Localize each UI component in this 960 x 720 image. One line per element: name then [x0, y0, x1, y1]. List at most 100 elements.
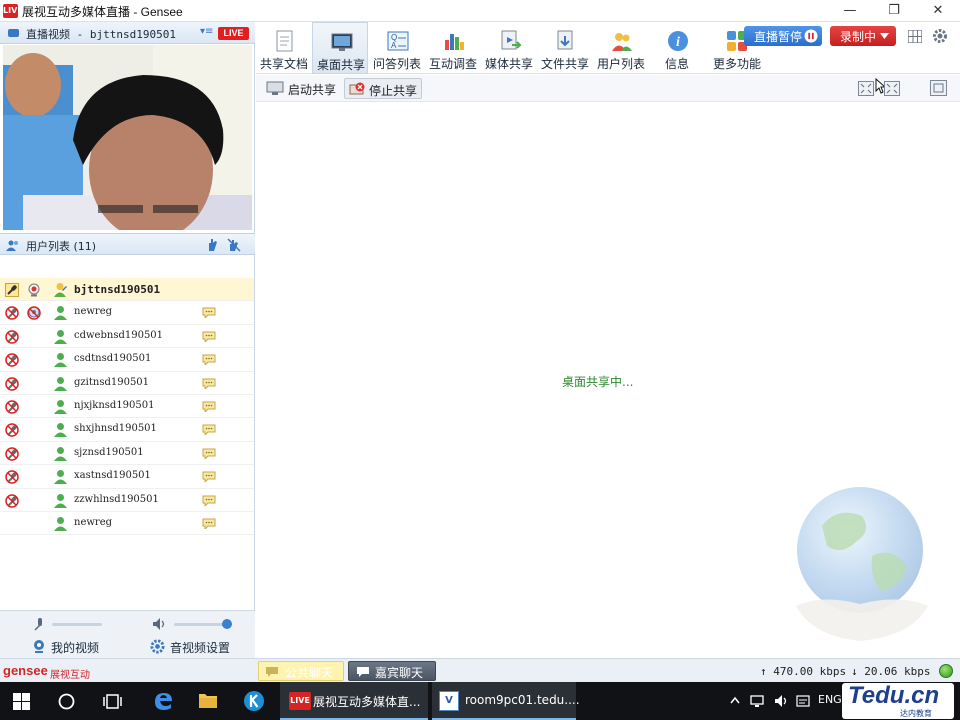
volume-slider[interactable]: [174, 619, 232, 629]
camera-off-icon[interactable]: [27, 306, 41, 321]
network-tray-icon[interactable]: [750, 694, 766, 708]
user-row[interactable]: newreg: [0, 512, 254, 536]
microphone-muted-icon[interactable]: [5, 493, 19, 508]
microphone-icon[interactable]: [32, 617, 46, 631]
tedu-logo-subtitle: 达内教育: [900, 709, 932, 718]
taskbar-app-remote-label: room9pc01.tedu....: [465, 693, 580, 707]
settings-gear-icon[interactable]: [932, 28, 948, 44]
av-settings-button[interactable]: 音视频设置: [170, 639, 230, 656]
minimize-button[interactable]: —: [828, 0, 872, 22]
private-chat-icon[interactable]: [202, 448, 216, 459]
title-bar: LIVE 展视互动多媒体直播 - Gensee — ❐ ✕: [0, 0, 960, 22]
app-logo-icon: LIVE: [3, 4, 23, 18]
stop-share-button[interactable]: 停止共享: [344, 78, 422, 99]
toolbar-desktop-share-button[interactable]: 桌面共享: [312, 22, 368, 74]
my-video-icon: [34, 640, 44, 653]
user-avatar-icon: [54, 329, 67, 344]
user-name: newreg: [74, 306, 113, 318]
pause-icon: [804, 29, 818, 43]
user-name: newreg: [74, 517, 113, 528]
live-video-feed: [3, 45, 252, 230]
tab-guest-chat[interactable]: 嘉宾聊天: [348, 661, 436, 681]
taskbar-app-gensee-label: 展视互动多媒体直...: [313, 695, 421, 709]
input-method-tray-icon[interactable]: [796, 694, 810, 708]
chevron-up-icon[interactable]: [730, 696, 740, 704]
start-share-button[interactable]: 启动共享: [262, 78, 336, 99]
task-view-icon[interactable]: [103, 693, 122, 710]
start-share-label: 启动共享: [288, 83, 337, 97]
raise-hand-icon[interactable]: [205, 238, 219, 252]
recording-button[interactable]: 录制中: [830, 26, 896, 46]
user-list-header: 用户列表 (11): [0, 233, 255, 255]
microphone-active-icon[interactable]: [5, 283, 19, 297]
toolbar-label: 用户列表: [596, 57, 645, 71]
private-chat-icon[interactable]: [202, 307, 216, 319]
microphone-muted-icon[interactable]: [5, 400, 19, 414]
document-icon: [276, 30, 293, 52]
private-chat-icon[interactable]: [202, 401, 216, 412]
presenter-video-image: [3, 45, 252, 230]
user-row[interactable]: gzitnsd190501: [0, 372, 254, 395]
tedu-watermark-logo: Tedu.cn 达内教育: [842, 682, 954, 719]
tab-public-chat[interactable]: 公共聊天: [258, 661, 344, 681]
toolbar-file-share-button[interactable]: 文件共享: [537, 22, 593, 74]
microphone-muted-icon[interactable]: [5, 353, 19, 367]
file-explorer-icon[interactable]: [198, 692, 218, 709]
language-indicator[interactable]: ENG: [818, 693, 842, 706]
volume-slider-thumb[interactable]: [222, 619, 232, 629]
user-row[interactable]: njxjknsd190501: [0, 395, 254, 419]
toolbar-document-button[interactable]: 共享文档: [256, 22, 312, 74]
chat-bubble-icon: [357, 667, 369, 677]
microphone-muted-icon[interactable]: [5, 376, 19, 391]
pause-live-button[interactable]: 直播暂停: [744, 26, 822, 46]
search-circle-icon[interactable]: [58, 693, 75, 710]
k-app-icon[interactable]: [243, 690, 265, 712]
user-name: gzitnsd190501: [74, 376, 150, 388]
user-row[interactable]: newreg: [0, 301, 254, 325]
private-chat-icon[interactable]: [202, 378, 216, 389]
user-row[interactable]: zzwhlnsd190501: [0, 489, 254, 512]
toolbar-users-button[interactable]: 用户列表: [593, 22, 649, 74]
private-chat-icon[interactable]: [202, 354, 216, 366]
fit-window-icon[interactable]: [858, 81, 874, 96]
my-video-button[interactable]: 我的视频: [51, 639, 99, 656]
microphone-muted-icon[interactable]: [5, 470, 19, 484]
layout-grid-icon[interactable]: [908, 30, 922, 43]
private-chat-icon[interactable]: [202, 424, 216, 436]
lower-hands-icon[interactable]: [227, 238, 241, 252]
microphone-muted-icon[interactable]: [5, 306, 19, 321]
speaker-icon[interactable]: [152, 617, 168, 631]
actual-size-icon[interactable]: [884, 81, 900, 96]
volume-tray-icon[interactable]: [774, 694, 790, 708]
mic-level-slider[interactable]: [52, 623, 102, 626]
taskbar-app-gensee[interactable]: LIVE 展视互动多媒体直...: [280, 682, 428, 720]
toolbar-qa-list-button[interactable]: Q A 问答列表: [369, 22, 425, 74]
user-row[interactable]: cdwebnsd190501: [0, 325, 254, 349]
close-button[interactable]: ✕: [916, 0, 960, 22]
video-menu-icon[interactable]: ▾≡: [200, 26, 213, 37]
user-row[interactable]: shxjhnsd190501: [0, 418, 254, 442]
globe-watermark-icon: [796, 487, 928, 641]
restore-button[interactable]: ❐: [872, 0, 916, 22]
media-share-icon: [501, 30, 521, 50]
microphone-muted-icon[interactable]: [5, 423, 19, 438]
camera-active-icon[interactable]: [27, 283, 41, 297]
fullscreen-icon[interactable]: [930, 80, 947, 96]
toolbar-survey-chart-button[interactable]: 互动调查: [425, 22, 481, 74]
private-chat-icon[interactable]: [202, 471, 216, 483]
microphone-muted-icon[interactable]: [5, 330, 19, 344]
private-chat-icon[interactable]: [202, 331, 216, 342]
taskbar-app-remote[interactable]: V room9pc01.tedu....: [432, 682, 580, 720]
user-row[interactable]: xastnsd190501: [0, 465, 254, 489]
private-chat-icon[interactable]: [202, 518, 216, 529]
user-row[interactable]: bjttnsd190501: [0, 278, 254, 302]
user-row[interactable]: csdtnsd190501: [0, 348, 254, 372]
private-chat-icon[interactable]: [202, 495, 216, 506]
microphone-muted-icon[interactable]: [5, 447, 19, 461]
windows-start-icon[interactable]: [13, 693, 30, 710]
toolbar-info-button[interactable]: i 信息: [649, 22, 705, 74]
edge-browser-icon[interactable]: [153, 691, 173, 711]
user-row[interactable]: sjznsd190501: [0, 442, 254, 466]
user-avatar-icon: [54, 423, 67, 438]
toolbar-media-share-button[interactable]: 媒体共享: [481, 22, 537, 74]
